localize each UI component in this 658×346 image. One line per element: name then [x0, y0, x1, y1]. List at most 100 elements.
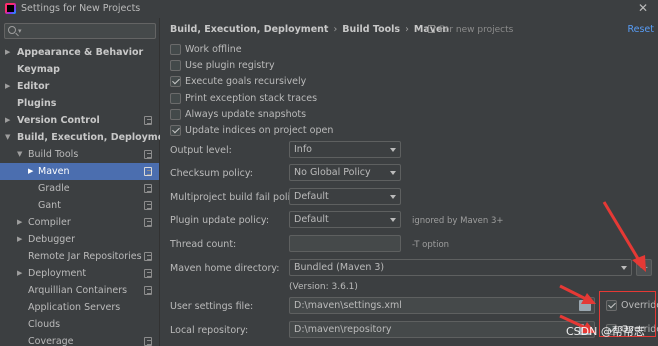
maven-home-value: Bundled (Maven 3) [294, 262, 385, 273]
checkbox-box[interactable] [170, 125, 181, 136]
chevron-right-icon[interactable]: ▶ [5, 112, 10, 129]
checkbox-box[interactable] [170, 60, 181, 71]
sidebar-item-label: Compiler [28, 217, 71, 228]
sidebar-item-label: Coverage [28, 336, 74, 346]
sidebar-item-label: Clouds [28, 319, 61, 330]
checkbox-label: Print exception stack traces [185, 93, 318, 104]
chevron-down-icon [390, 148, 396, 152]
output-level-label: Output level: [170, 145, 232, 156]
title-bar: Settings for New Projects ✕ [0, 0, 658, 18]
sidebar-item-appearance-behavior[interactable]: ▶ Appearance & Behavior [0, 44, 159, 61]
local-repository-label: Local repository: [170, 325, 249, 336]
sidebar-item-maven[interactable]: ▶ Maven [0, 163, 159, 180]
thread-count-input[interactable] [289, 235, 401, 252]
search-icon [8, 26, 16, 34]
sidebar-item-arquillian-containers[interactable]: Arquillian Containers [0, 282, 159, 299]
plugin-update-hint: ignored by Maven 3+ [412, 216, 504, 226]
chevron-down-icon [390, 218, 396, 222]
chevron-right-icon[interactable]: ▶ [17, 214, 22, 231]
sidebar-item-label: Plugins [17, 98, 57, 109]
checksum-policy-select[interactable]: No Global Policy [289, 164, 401, 181]
maven-version-text: (Version: 3.6.1) [289, 282, 358, 292]
sidebar-item-remote-jar-repositories[interactable]: Remote Jar Repositories [0, 248, 159, 265]
sidebar-item-clouds[interactable]: Clouds [0, 316, 159, 333]
checkbox-box[interactable] [170, 109, 181, 120]
project-icon [428, 25, 435, 33]
chevron-right-icon[interactable]: ▶ [17, 265, 22, 282]
checksum-policy-value: No Global Policy [294, 167, 371, 178]
chevron-down-icon[interactable]: ▼ [17, 146, 22, 163]
user-settings-input[interactable]: D:\maven\settings.xml [289, 297, 595, 314]
sidebar-item-build-tools[interactable]: ▼ Build Tools [0, 146, 159, 163]
project-settings-icon [144, 150, 152, 159]
sidebar-item-debugger[interactable]: ▶ Debugger [0, 231, 159, 248]
sidebar-item-label: Gradle [38, 183, 70, 194]
project-settings-icon [144, 218, 152, 227]
checksum-policy-label: Checksum policy: [170, 168, 253, 179]
sidebar-item-deployment[interactable]: ▶ Deployment [0, 265, 159, 282]
checkbox-box[interactable] [170, 44, 181, 55]
project-settings-icon [144, 167, 152, 176]
plugin-update-policy-select[interactable]: Default [289, 211, 401, 228]
sidebar-item-label: Remote Jar Repositories [28, 251, 142, 262]
maven-home-select[interactable]: Bundled (Maven 3) [289, 259, 632, 276]
project-settings-icon [144, 184, 152, 193]
project-settings-icon [144, 201, 152, 210]
breadcrumb-item: Build Tools [342, 24, 401, 35]
multiproject-policy-value: Default [294, 191, 329, 202]
project-settings-icon [144, 337, 152, 346]
plugin-update-policy-value: Default [294, 214, 329, 225]
output-level-value: Info [294, 144, 312, 155]
thread-count-label: Thread count: [170, 239, 237, 250]
settings-search-input[interactable]: ▾ [4, 23, 156, 39]
for-new-projects-label: For new projects [439, 25, 514, 35]
sidebar-item-label: Debugger [28, 234, 76, 245]
sidebar-item-coverage[interactable]: Coverage [0, 333, 159, 346]
close-icon[interactable]: ✕ [638, 1, 648, 15]
annotation-arrow [602, 201, 646, 272]
sidebar-item-application-servers[interactable]: Application Servers [0, 299, 159, 316]
breadcrumb-item: Build, Execution, Deployment [170, 24, 329, 35]
checkbox-box[interactable] [170, 76, 181, 87]
chevron-right-icon[interactable]: ▶ [5, 44, 10, 61]
sidebar-item-label: Application Servers [28, 302, 121, 313]
user-settings-label: User settings file: [170, 301, 254, 312]
multiproject-policy-select[interactable]: Default [289, 188, 401, 205]
sidebar-item-label: Editor [17, 81, 50, 92]
output-level-select[interactable]: Info [289, 141, 401, 158]
checkbox-box[interactable] [170, 93, 181, 104]
chevron-right-icon[interactable]: ▶ [17, 231, 22, 248]
checkbox-label: Always update snapshots [185, 109, 307, 120]
sidebar-item-gradle[interactable]: Gradle [0, 180, 159, 197]
sidebar-item-label: Keymap [17, 64, 60, 75]
thread-count-hint: -T option [412, 240, 450, 250]
sidebar-item-plugins[interactable]: Plugins [0, 95, 159, 112]
breadcrumb-separator: › [405, 24, 409, 35]
plugin-update-policy-label: Plugin update policy: [170, 215, 270, 226]
chevron-down-icon: ▾ [18, 27, 22, 35]
checkbox-label: Use plugin registry [185, 60, 275, 71]
project-settings-icon [144, 269, 152, 278]
chevron-right-icon[interactable]: ▶ [28, 163, 33, 180]
intellij-logo-icon [5, 3, 16, 14]
chevron-right-icon[interactable]: ▶ [5, 78, 10, 95]
reset-link[interactable]: Reset [627, 24, 654, 35]
sidebar-item-keymap[interactable]: Keymap [0, 61, 159, 78]
sidebar-item-editor[interactable]: ▶ Editor [0, 78, 159, 95]
checkbox-label: Execute goals recursively [185, 76, 307, 87]
sidebar-item-gant[interactable]: Gant [0, 197, 159, 214]
sidebar-item-label: Arquillian Containers [28, 285, 128, 296]
sidebar-item-build-execution-deployment[interactable]: ▼ Build, Execution, Deployment [0, 129, 175, 146]
settings-tree-panel: ▾ ▶ Appearance & Behavior Keymap ▶ Editor Plu… [0, 18, 175, 346]
breadcrumb-separator: › [333, 24, 338, 35]
sidebar-item-version-control[interactable]: ▶ Version Control [0, 112, 159, 129]
checkbox-label: Update indices on project open [185, 125, 334, 136]
local-repository-input[interactable]: D:\maven\repository [289, 321, 595, 338]
chevron-down-icon [390, 195, 396, 199]
project-settings-icon [144, 116, 152, 125]
checkbox-label: Work offline [185, 44, 242, 55]
window-title: Settings for New Projects [21, 3, 141, 14]
chevron-down-icon[interactable]: ▼ [5, 129, 10, 146]
sidebar-item-compiler[interactable]: ▶ Compiler [0, 214, 159, 231]
csdn-watermark: CSDN @帮帮志 [566, 325, 645, 338]
